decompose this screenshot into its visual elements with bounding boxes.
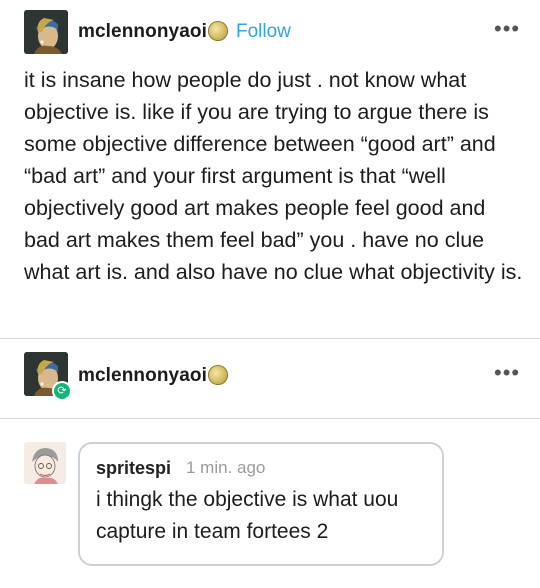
post-body-text: it is insane how people do just . not kn… (24, 68, 523, 284)
chat-timestamp: 1 min. ago (186, 458, 266, 477)
chat-message-text: i thingk the objective is what uou captu… (96, 488, 399, 543)
sketch-character-icon (24, 442, 66, 484)
gold-moon-badge-icon (208, 21, 228, 41)
post-username[interactable]: mclennonyaoi (78, 21, 207, 43)
reblog-divider (0, 418, 540, 419)
chat-username[interactable]: spritespi (96, 458, 171, 479)
more-options-icon[interactable]: ••• (494, 16, 520, 42)
follow-button[interactable]: Follow (236, 21, 291, 43)
reblog-username[interactable]: mclennonyaoi (78, 365, 207, 387)
post-divider (0, 338, 540, 339)
chat-avatar[interactable] (24, 442, 66, 484)
more-options-icon[interactable]: ••• (494, 360, 520, 386)
post-avatar[interactable] (24, 10, 68, 54)
pearl-earring-portrait-icon (24, 10, 68, 54)
chat-bubble: spritespi 1 min. ago i thingk the object… (78, 442, 444, 566)
gold-moon-badge-icon (208, 365, 228, 385)
reblog-icon: ⟳ (54, 383, 70, 399)
